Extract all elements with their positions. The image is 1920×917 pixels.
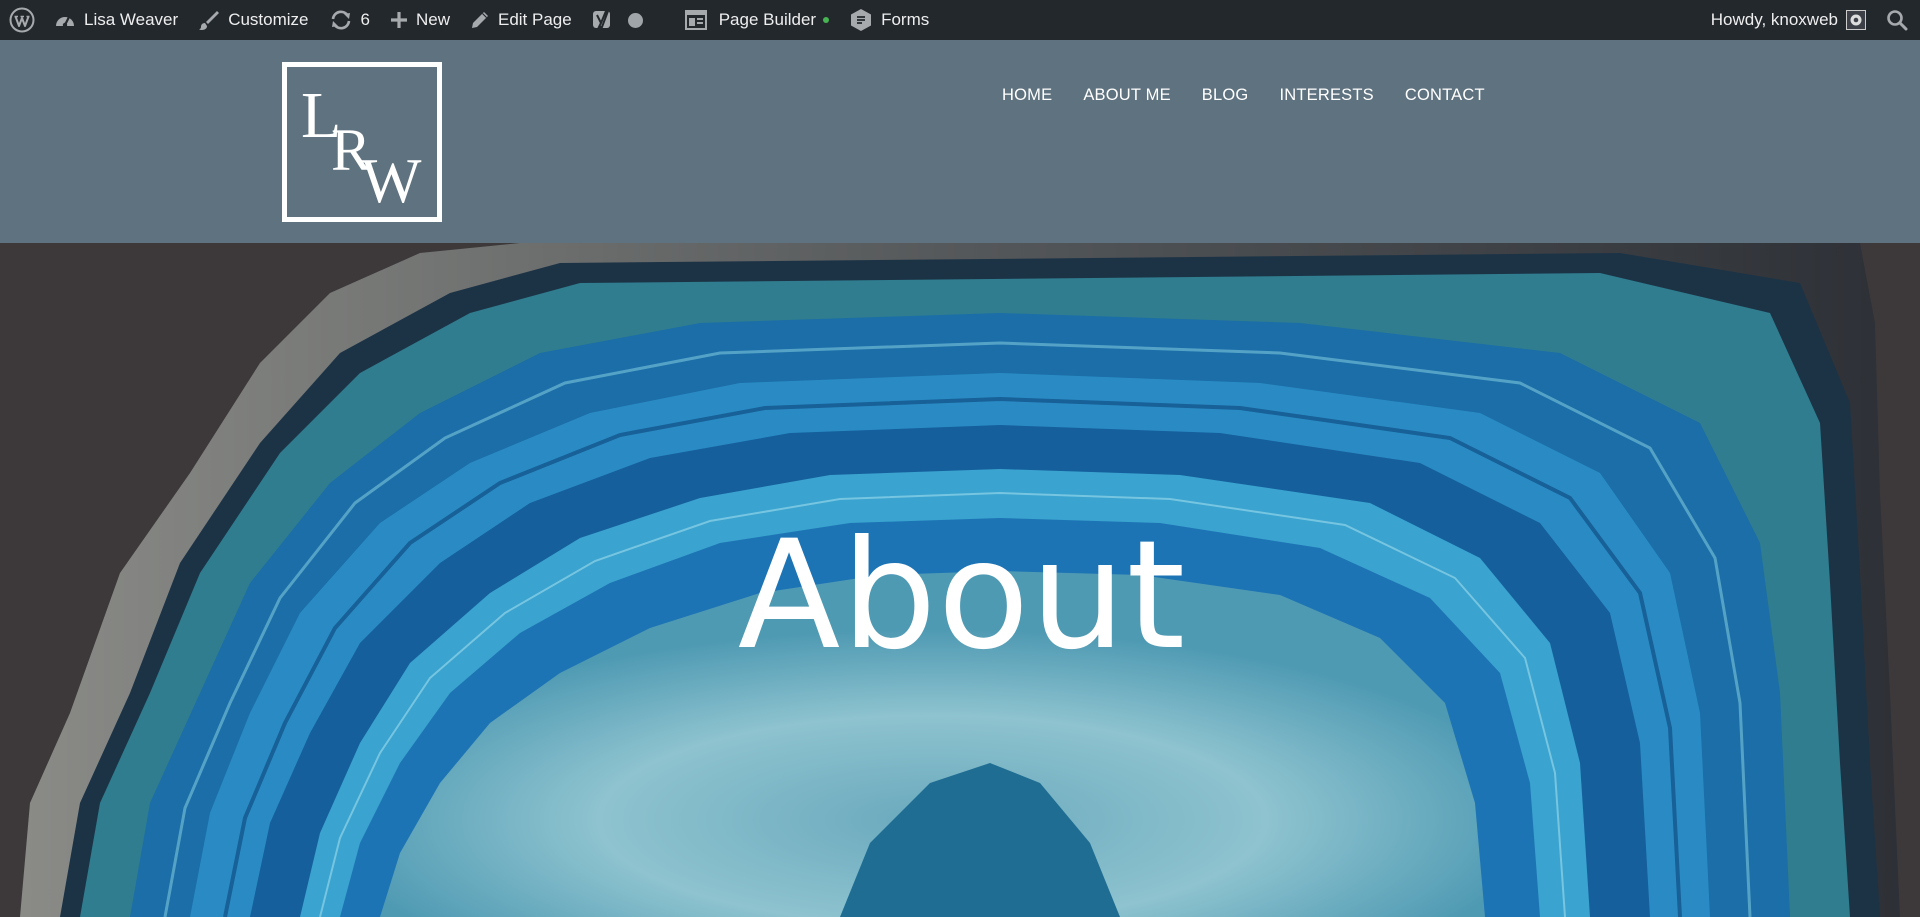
- site-header: L R W HOME ABOUT ME BLOG INTERESTS CONTA…: [0, 40, 1920, 243]
- admin-search-button[interactable]: [1880, 0, 1920, 40]
- howdy-greeting: Howdy, knoxweb: [1710, 10, 1838, 29]
- updates-button[interactable]: 6: [319, 0, 380, 40]
- forms-button[interactable]: Forms: [839, 0, 939, 40]
- nav-blog[interactable]: BLOG: [1202, 86, 1249, 105]
- customize-label: Customize: [228, 10, 309, 29]
- my-account-menu[interactable]: Howdy, knoxweb: [1701, 0, 1880, 40]
- avatar: [1846, 10, 1866, 30]
- updates-refresh-icon: [331, 10, 350, 30]
- new-label: New: [415, 10, 450, 29]
- lrw-monogram-logo: L R W: [301, 79, 422, 216]
- nav-interests[interactable]: INTERESTS: [1279, 86, 1373, 105]
- plus-icon: [390, 12, 407, 28]
- new-content-button[interactable]: New: [380, 0, 460, 40]
- page-title: About: [737, 509, 1187, 683]
- admin-bar: Lisa Weaver Customize 6 New Edit Page Pa…: [0, 0, 1920, 40]
- nav-about-me[interactable]: ABOUT ME: [1083, 86, 1170, 105]
- admin-bar-right: Howdy, knoxweb: [1701, 0, 1920, 40]
- edit-page-button[interactable]: Edit Page: [460, 0, 582, 40]
- yoast-seo-button[interactable]: [582, 0, 653, 40]
- wordpress-logo-button[interactable]: [0, 0, 44, 40]
- logo-letter-w: W: [361, 145, 422, 216]
- forms-icon: [851, 9, 872, 31]
- site-logo[interactable]: L R W: [282, 62, 442, 222]
- customize-button[interactable]: Customize: [188, 0, 318, 40]
- page-builder-icon: [684, 10, 707, 30]
- yoast-seo-icon: [592, 10, 610, 28]
- search-icon: [1887, 10, 1908, 31]
- edit-page-label: Edit Page: [497, 10, 572, 29]
- avatar-icon: [1850, 14, 1862, 26]
- forms-label: Forms: [881, 10, 930, 29]
- page-builder-label: Page Builder: [718, 10, 817, 29]
- page-builder-button[interactable]: Page Builder: [675, 0, 839, 40]
- paintbrush-icon: [199, 11, 220, 30]
- seo-score-icon: [627, 12, 643, 28]
- wordpress-icon: [9, 7, 35, 33]
- dashboard-gauge-icon: [56, 15, 74, 28]
- nav-home[interactable]: HOME: [1002, 86, 1052, 105]
- site-name-label: Lisa Weaver: [84, 10, 179, 29]
- updates-count: 6: [360, 10, 370, 29]
- page-builder-status-dot: [823, 17, 830, 23]
- main-navigation: HOME ABOUT ME BLOG INTERESTS CONTACT: [1002, 80, 1485, 110]
- admin-bar-left: Lisa Weaver Customize 6 New Edit Page Pa…: [0, 0, 939, 40]
- site-name-menu[interactable]: Lisa Weaver: [44, 0, 188, 40]
- nav-contact[interactable]: CONTACT: [1405, 86, 1485, 105]
- pencil-icon: [471, 12, 488, 28]
- hero-section: About: [0, 243, 1920, 917]
